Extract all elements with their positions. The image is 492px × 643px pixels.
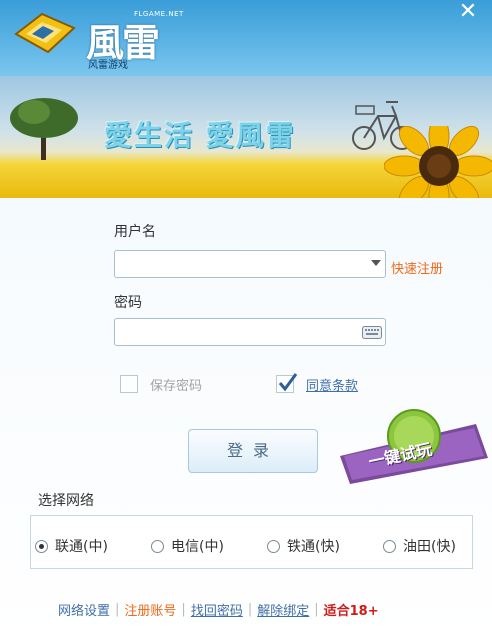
network-radio-group: 联通(中) 电信(中) 铁通(快) 油田(快) <box>30 515 473 569</box>
banner-slogan: 愛生活 愛風雷 <box>104 119 296 152</box>
password-input[interactable] <box>119 320 353 346</box>
footer-links: 网络设置 | 注册账号 | 找回密码 | 解除绑定 | 适合18+ <box>58 600 379 619</box>
close-icon[interactable]: ✕ <box>456 0 480 24</box>
one-click-trial-button[interactable]: 一键试玩 <box>338 406 490 486</box>
banner: 愛生活 愛風雷 <box>0 76 492 198</box>
remember-password-label: 保存密码 <box>150 378 203 394</box>
radio-unicom[interactable]: 联通(中) <box>35 536 108 556</box>
register-account-link[interactable]: 注册账号 <box>124 600 176 619</box>
password-field[interactable] <box>114 318 386 346</box>
recover-password-link[interactable]: 找回密码 <box>191 600 243 619</box>
tree-icon <box>10 98 78 160</box>
remember-password-option[interactable]: 保存密码 <box>120 373 202 395</box>
age-rating: 适合18+ <box>323 604 379 619</box>
radio-dot[interactable] <box>151 539 164 553</box>
radio-dot-selected[interactable] <box>35 539 48 553</box>
login-button[interactable]: 登录 <box>188 429 318 473</box>
radio-label: 油田(快) <box>403 539 456 555</box>
title-bar[interactable]: FLGAME.NET 風雷 风雷游戏 ✕ <box>0 0 492 76</box>
radio-dot[interactable] <box>383 539 396 553</box>
soft-keyboard-icon[interactable] <box>362 324 382 340</box>
radio-dot[interactable] <box>267 539 280 553</box>
network-settings-link[interactable]: 网络设置 <box>58 600 110 619</box>
fenglei-logo-icon <box>14 12 76 54</box>
agree-terms-checkbox[interactable] <box>276 373 298 393</box>
radio-label: 铁通(快) <box>287 539 340 555</box>
divider: | <box>115 602 120 617</box>
password-label: 密码 <box>114 295 142 311</box>
radio-oilfield[interactable]: 油田(快) <box>383 536 456 556</box>
agree-terms-option[interactable]: 同意条款 <box>276 373 358 395</box>
login-window: FLGAME.NET 風雷 风雷游戏 ✕ 愛生活 愛風雷 用户名 快速注册 密码… <box>0 0 492 643</box>
sunflower-icon <box>384 126 492 198</box>
radio-label: 电信(中) <box>171 539 224 555</box>
username-label: 用户名 <box>114 224 156 240</box>
brand-logo: FLGAME.NET 風雷 风雷游戏 <box>86 6 186 72</box>
divider: | <box>181 602 186 617</box>
radio-railcom[interactable]: 铁通(快) <box>267 536 340 556</box>
unbind-link[interactable]: 解除绑定 <box>257 600 309 619</box>
checkmark-icon <box>278 373 298 392</box>
agree-terms-link[interactable]: 同意条款 <box>306 375 358 394</box>
network-select-title: 选择网络 <box>38 493 94 509</box>
divider: | <box>247 602 253 617</box>
quick-register-link[interactable]: 快速注册 <box>391 258 443 277</box>
dropdown-arrow-icon[interactable] <box>371 260 381 266</box>
divider: | <box>314 602 319 617</box>
radio-telecom[interactable]: 电信(中) <box>151 536 224 556</box>
radio-label: 联通(中) <box>55 539 108 555</box>
username-input[interactable] <box>119 252 353 278</box>
username-combobox[interactable] <box>114 250 386 278</box>
remember-password-checkbox[interactable] <box>120 375 138 393</box>
brand-subtitle: 风雷游戏 <box>88 60 128 71</box>
